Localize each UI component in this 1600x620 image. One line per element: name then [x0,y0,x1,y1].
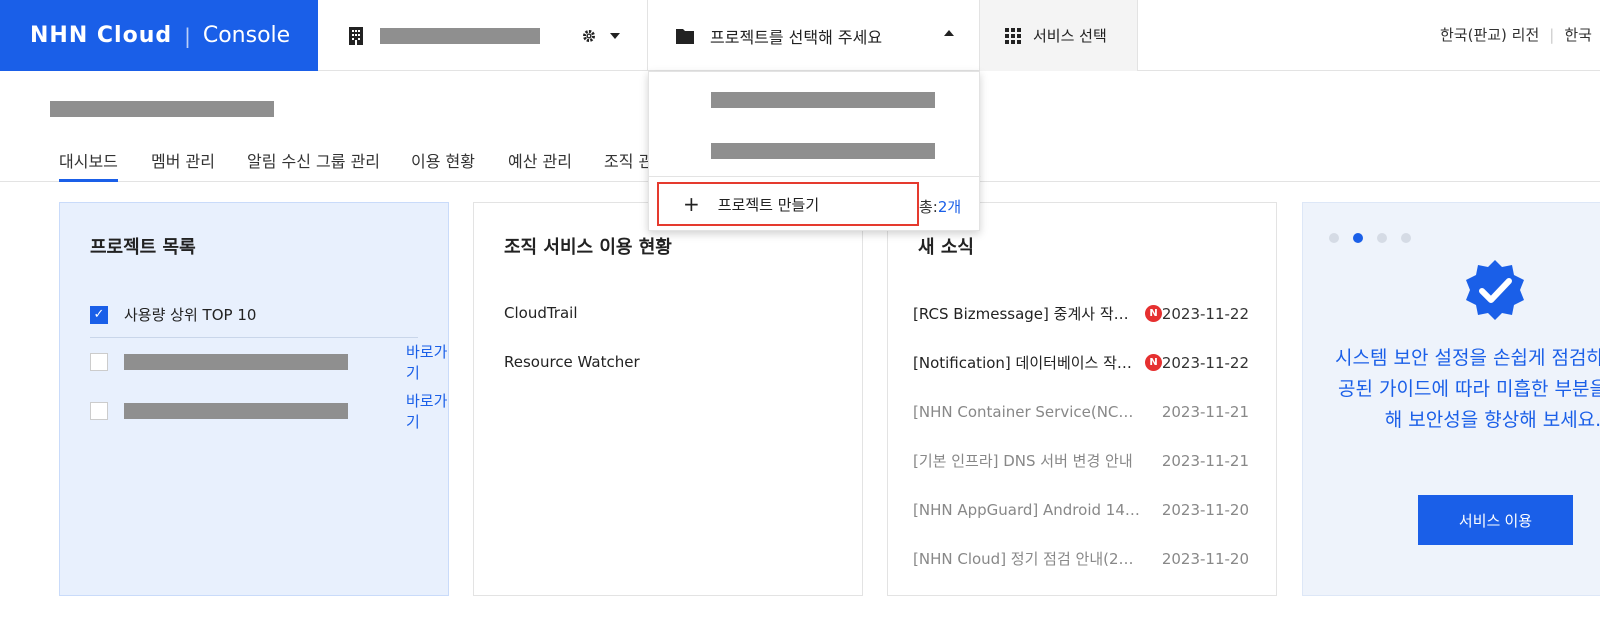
service-item-resource-watcher[interactable]: Resource Watcher [504,353,640,371]
news-item[interactable]: [Notification] 데이터베이스 작업 안내 N 2023-11-22 [913,352,1263,373]
news-item-date: 2023-11-20 [1161,500,1249,519]
project-name-redacted [124,403,348,419]
organization-title-redacted [50,101,274,117]
news-item[interactable]: [NHN Container Service(NCS) 안내 2023-11-2… [913,401,1263,422]
organization-selector[interactable] [318,0,648,71]
security-promo-card: 시스템 보안 설정을 손쉽게 점검하고, 제공된 가이드에 따라 미흡한 부분을… [1302,202,1600,596]
news-item[interactable]: [RCS Bizmessage] 중계사 작업 안내 N 2023-11-22 [913,303,1263,324]
top10-label: 사용량 상위 TOP 10 [124,306,257,324]
region-divider: | [1549,26,1555,44]
caret-down-icon[interactable] [610,32,620,39]
security-badge-check-icon [1463,258,1527,322]
language-selector[interactable]: 한국 [1564,26,1592,44]
news-item-date: 2023-11-22 [1161,304,1249,323]
org-service-usage-title: 조직 서비스 이용 현황 [504,237,672,258]
carousel-dot-active[interactable] [1353,233,1363,243]
organization-name-redacted [380,27,540,44]
use-service-button[interactable]: 서비스 이용 [1418,495,1573,545]
news-item-title: [NHN Cloud] 정기 점검 안내(2023) [913,550,1141,568]
project-list-title: 프로젝트 목록 [90,237,196,258]
tab-dashboard[interactable]: 대시보드 [59,148,118,182]
service-select-label: 서비스 선택 [1033,27,1107,45]
top10-row[interactable]: ✓ 사용량 상위 TOP 10 [90,304,256,325]
top-bar: NHN Cloud | Console 프로젝트를 선택해 주세요 서비스 선택… [0,0,1600,71]
checkbox[interactable] [90,353,108,371]
logo-product: Console [202,23,291,48]
news-item-date: 2023-11-21 [1161,402,1249,421]
logo[interactable]: NHN Cloud | Console [0,0,318,71]
project-selector[interactable]: 프로젝트를 선택해 주세요 [648,0,980,71]
tab-organization[interactable]: 조직 관 [604,148,653,182]
project-name-redacted [124,354,348,370]
news-item-title: [NHN Container Service(NCS) 안내 [913,403,1141,421]
carousel-dot[interactable] [1377,233,1387,243]
total-prefix: 총: [919,198,938,216]
region-selector[interactable]: 한국(판교) 리전 [1440,26,1539,44]
new-badge-icon: N [1145,305,1162,322]
shortcut-link[interactable]: 바로가기 [406,390,460,432]
service-select-button[interactable]: 서비스 선택 [980,0,1138,71]
tab-usage[interactable]: 이용 현황 [411,148,475,182]
carousel-dot[interactable] [1329,233,1339,243]
shortcut-link[interactable]: 바로가기 [406,341,460,383]
project-option-redacted[interactable] [711,143,935,159]
logo-divider: | [184,23,191,48]
gear-icon[interactable] [582,29,596,43]
project-list-card: 프로젝트 목록 ✓ 사용량 상위 TOP 10 바로가기 바로가기 [59,202,449,596]
divider [90,337,418,338]
news-card: 새 소식 [RCS Bizmessage] 중계사 작업 안내 N 2023-1… [887,202,1277,596]
project-total: 총:2개 [919,196,961,217]
project-selector-label: 프로젝트를 선택해 주세요 [710,27,883,47]
checkbox[interactable] [90,402,108,420]
news-item-date: 2023-11-20 [1161,549,1249,568]
news-item-title: [기본 인프라] DNS 서버 변경 안내 [913,452,1133,470]
news-title: 새 소식 [918,237,974,258]
news-item[interactable]: [NHN AppGuard] Android 14 안내 2023-11-20 [913,499,1263,520]
project-dropdown: + 프로젝트 만들기 총:2개 [648,71,981,231]
tab-notification-group[interactable]: 알림 수신 그룹 관리 [247,148,380,182]
create-project-label: 프로젝트 만들기 [717,195,820,214]
tab-member-management[interactable]: 멤버 관리 [151,148,215,182]
news-item-date: 2023-11-22 [1161,353,1249,372]
create-project-button[interactable]: + 프로젝트 만들기 [657,182,919,226]
news-item-title: [Notification] 데이터베이스 작업 안내 [913,354,1141,372]
new-badge-icon: N [1145,354,1162,371]
logo-brand: NHN Cloud [30,23,173,48]
news-item-title: [NHN AppGuard] Android 14 안내 [913,501,1141,519]
news-item-title: [RCS Bizmessage] 중계사 작업 안내 [913,305,1141,323]
grid-icon [1005,27,1021,44]
promo-text: 시스템 보안 설정을 손쉽게 점검하고, 제공된 가이드에 따라 미흡한 부분을… [1335,347,1600,431]
project-row[interactable]: 바로가기 [90,343,460,382]
plus-icon: + [683,192,700,216]
tab-budget[interactable]: 예산 관리 [508,148,572,182]
news-item[interactable]: [기본 인프라] DNS 서버 변경 안내 2023-11-21 [913,450,1263,471]
checkbox-checked[interactable]: ✓ [90,305,108,324]
project-option-redacted[interactable] [711,92,935,108]
org-service-usage-card: 조직 서비스 이용 현황 CloudTrail Resource Watcher [473,202,863,596]
caret-up-icon[interactable] [944,30,954,36]
folder-icon [676,28,694,44]
total-count: 2개 [937,198,962,216]
region-language-bar: 한국(판교) 리전 | 한국 [1440,24,1592,45]
building-icon [348,26,364,46]
news-item-date: 2023-11-21 [1161,451,1249,470]
news-item[interactable]: [NHN Cloud] 정기 점검 안내(2023) 2023-11-20 [913,548,1263,569]
carousel-dot[interactable] [1401,233,1411,243]
service-item-cloudtrail[interactable]: CloudTrail [504,304,578,322]
carousel-dots [1329,233,1411,243]
project-row[interactable]: 바로가기 [90,392,460,431]
